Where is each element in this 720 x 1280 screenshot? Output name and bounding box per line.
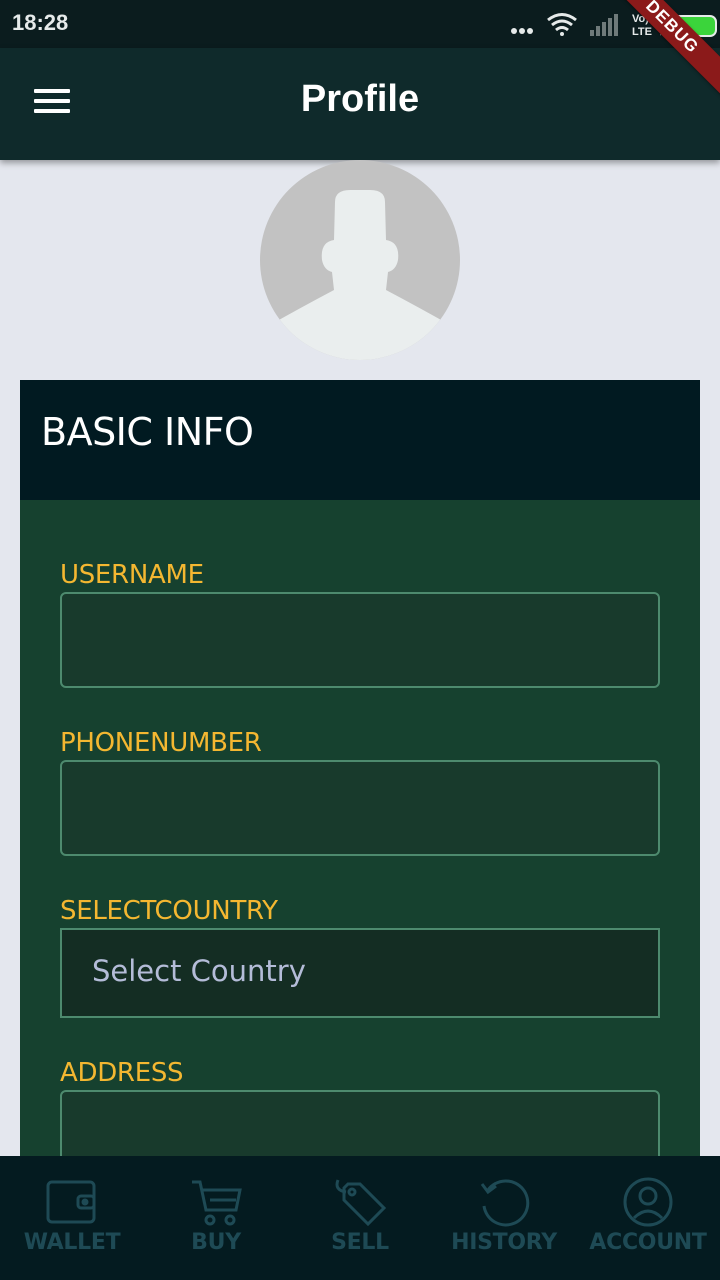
nav-history[interactable]: HISTORY xyxy=(432,1156,576,1280)
debug-banner: DEBUG xyxy=(600,0,720,107)
nav-account-label: ACCOUNT xyxy=(589,1230,707,1255)
section-title: BASIC INFO xyxy=(41,410,254,454)
nav-wallet[interactable]: WALLET xyxy=(0,1156,144,1280)
username-label: USERNAME xyxy=(60,560,204,590)
more-dots-icon xyxy=(511,28,533,34)
tag-icon xyxy=(335,1179,387,1227)
nav-wallet-label: WALLET xyxy=(23,1230,121,1255)
country-select[interactable]: Select Country xyxy=(60,928,660,1018)
nav-sell[interactable]: SELL xyxy=(288,1156,432,1280)
profile-avatar[interactable] xyxy=(260,160,460,360)
phone-input[interactable] xyxy=(60,760,660,856)
nav-buy-label: BUY xyxy=(191,1230,241,1255)
nav-sell-label: SELL xyxy=(331,1230,389,1255)
status-time: 18:28 xyxy=(12,10,69,35)
nav-buy[interactable]: BUY xyxy=(144,1156,288,1280)
bottom-navigation: WALLET BUY SELL HISTORY ACCOUNT xyxy=(0,1156,720,1280)
country-label: SELECTCOUNTRY xyxy=(60,896,278,926)
address-label: ADDRESS xyxy=(60,1058,184,1088)
nav-account[interactable]: ACCOUNT xyxy=(576,1156,720,1280)
wifi-icon xyxy=(547,13,577,36)
country-select-value: Select Country xyxy=(92,954,306,988)
wallet-icon xyxy=(46,1180,96,1224)
basic-info-form: USERNAME PHONENUMBER SELECTCOUNTRY Selec… xyxy=(20,500,700,1186)
debug-banner-container: DEBUG xyxy=(600,0,720,120)
phone-label: PHONENUMBER xyxy=(60,728,262,758)
history-icon xyxy=(480,1179,530,1227)
username-input[interactable] xyxy=(60,592,660,688)
account-icon xyxy=(623,1177,673,1227)
cart-icon xyxy=(192,1180,242,1226)
nav-history-label: HISTORY xyxy=(451,1230,557,1255)
basic-info-header: BASIC INFO xyxy=(20,380,700,500)
default-avatar-icon xyxy=(260,160,460,360)
